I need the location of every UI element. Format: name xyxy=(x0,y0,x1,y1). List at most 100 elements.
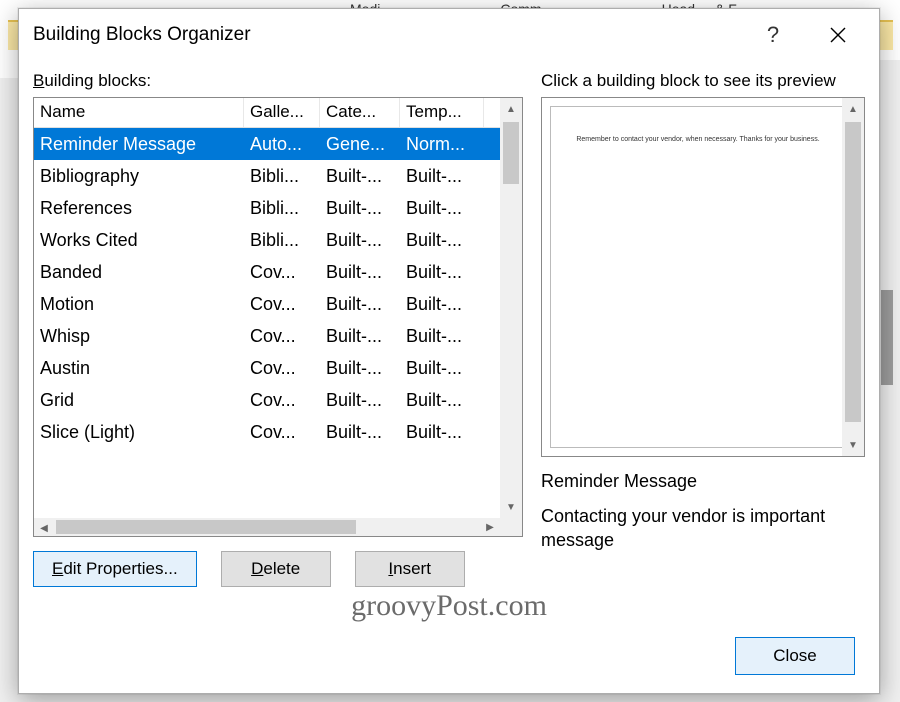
cell-gallery: Cov... xyxy=(244,324,320,349)
list-item[interactable]: BandedCov...Built-...Built-... xyxy=(34,256,522,288)
cell-category: Gene... xyxy=(320,132,400,157)
cell-template: Built-... xyxy=(400,388,484,413)
preview-container: Remember to contact your vendor, when ne… xyxy=(541,97,865,457)
scroll-down-icon[interactable]: ▼ xyxy=(842,434,864,456)
btn-label: elete xyxy=(263,559,300,579)
list-item[interactable]: Slice (Light)Cov...Built-...Built-... xyxy=(34,416,522,448)
cell-template: Built-... xyxy=(400,420,484,445)
scroll-down-icon[interactable]: ▼ xyxy=(500,496,522,518)
cell-gallery: Cov... xyxy=(244,292,320,317)
background-scrollbar-thumb xyxy=(881,290,893,385)
cell-gallery: Cov... xyxy=(244,260,320,285)
cell-name: Slice (Light) xyxy=(34,420,244,445)
list-item[interactable]: ReferencesBibli...Built-...Built-... xyxy=(34,192,522,224)
cell-gallery: Bibli... xyxy=(244,196,320,221)
cell-template: Built-... xyxy=(400,260,484,285)
column-header-name[interactable]: Name xyxy=(34,98,244,127)
cell-template: Built-... xyxy=(400,196,484,221)
cell-template: Built-... xyxy=(400,356,484,381)
background-scrollbar xyxy=(878,60,900,702)
list-item[interactable]: WhispCov...Built-...Built-... xyxy=(34,320,522,352)
cell-name: Whisp xyxy=(34,324,244,349)
cell-template: Built-... xyxy=(400,228,484,253)
close-button[interactable]: Close xyxy=(735,637,855,675)
edit-properties-button[interactable]: Edit Properties... xyxy=(33,551,197,587)
btn-accelerator: D xyxy=(251,559,263,579)
cell-gallery: Bibli... xyxy=(244,164,320,189)
cell-category: Built-... xyxy=(320,228,400,253)
list-item[interactable]: Reminder MessageAuto...Gene...Norm... xyxy=(34,128,522,160)
column-header-category[interactable]: Cate... xyxy=(320,98,400,127)
cell-template: Built-... xyxy=(400,292,484,317)
building-blocks-list-pane: Building blocks: Name Galle... Cate... T… xyxy=(33,71,523,589)
cell-gallery: Auto... xyxy=(244,132,320,157)
list-item[interactable]: BibliographyBibli...Built-...Built-... xyxy=(34,160,522,192)
preview-page: Remember to contact your vendor, when ne… xyxy=(550,106,846,448)
dialog-titlebar: Building Blocks Organizer ? xyxy=(19,9,879,61)
btn-accelerator: E xyxy=(52,559,63,579)
scroll-right-icon[interactable]: ▶ xyxy=(480,518,500,536)
preview-page-text: Remember to contact your vendor, when ne… xyxy=(567,135,829,145)
btn-label: dit Properties... xyxy=(63,559,177,579)
cell-category: Built-... xyxy=(320,324,400,349)
scroll-thumb[interactable] xyxy=(503,122,519,184)
cell-category: Built-... xyxy=(320,388,400,413)
dialog-title: Building Blocks Organizer xyxy=(33,24,743,46)
list-item[interactable]: GridCov...Built-...Built-... xyxy=(34,384,522,416)
list-column-headers[interactable]: Name Galle... Cate... Temp... xyxy=(34,98,522,128)
preview-pane: Click a building block to see its previe… xyxy=(541,71,865,589)
list-body: Reminder MessageAuto...Gene...Norm...Bib… xyxy=(34,128,522,536)
scroll-up-icon[interactable]: ▲ xyxy=(842,98,864,120)
cell-gallery: Bibli... xyxy=(244,228,320,253)
cell-name: References xyxy=(34,196,244,221)
close-icon xyxy=(830,27,846,43)
label-accelerator: B xyxy=(33,71,44,90)
cell-name: Banded xyxy=(34,260,244,285)
scroll-left-icon[interactable]: ◀ xyxy=(34,520,54,538)
help-button[interactable]: ? xyxy=(743,11,803,59)
cell-name: Reminder Message xyxy=(34,132,244,157)
cell-name: Austin xyxy=(34,356,244,381)
building-blocks-organizer-dialog: Building Blocks Organizer ? Building blo… xyxy=(18,8,880,694)
cell-category: Built-... xyxy=(320,420,400,445)
preview-item-description: Contacting your vendor is important mess… xyxy=(541,504,865,553)
preview-item-name: Reminder Message xyxy=(541,471,865,492)
list-horizontal-scrollbar[interactable]: ◀ ▶ xyxy=(34,518,500,536)
list-item[interactable]: MotionCov...Built-...Built-... xyxy=(34,288,522,320)
cell-template: Norm... xyxy=(400,132,484,157)
scroll-corner xyxy=(500,518,522,536)
column-header-template[interactable]: Temp... xyxy=(400,98,484,127)
cell-template: Built-... xyxy=(400,324,484,349)
help-icon: ? xyxy=(767,22,779,48)
scroll-thumb-horizontal[interactable] xyxy=(56,520,356,534)
cell-category: Built-... xyxy=(320,196,400,221)
cell-gallery: Cov... xyxy=(244,420,320,445)
cell-name: Motion xyxy=(34,292,244,317)
list-item[interactable]: Works CitedBibli...Built-...Built-... xyxy=(34,224,522,256)
cell-template: Built-... xyxy=(400,164,484,189)
watermark-text: groovyPost.com xyxy=(19,589,879,623)
cell-category: Built-... xyxy=(320,260,400,285)
close-window-button[interactable] xyxy=(803,11,873,59)
cell-name: Bibliography xyxy=(34,164,244,189)
cell-category: Built-... xyxy=(320,356,400,381)
list-vertical-scrollbar[interactable]: ▲ ▼ xyxy=(500,98,522,518)
delete-button[interactable]: Delete xyxy=(221,551,331,587)
cell-gallery: Cov... xyxy=(244,356,320,381)
preview-vertical-scrollbar[interactable]: ▲ ▼ xyxy=(842,98,864,456)
building-blocks-label: Building blocks: xyxy=(33,71,523,91)
label-rest: uilding blocks: xyxy=(44,71,151,90)
column-header-gallery[interactable]: Galle... xyxy=(244,98,320,127)
building-blocks-list[interactable]: Name Galle... Cate... Temp... Reminder M… xyxy=(33,97,523,537)
cell-name: Works Cited xyxy=(34,228,244,253)
preview-label: Click a building block to see its previe… xyxy=(541,71,865,91)
list-item[interactable]: AustinCov...Built-...Built-... xyxy=(34,352,522,384)
insert-button[interactable]: Insert xyxy=(355,551,465,587)
scroll-thumb[interactable] xyxy=(845,122,861,422)
cell-name: Grid xyxy=(34,388,244,413)
cell-category: Built-... xyxy=(320,164,400,189)
cell-category: Built-... xyxy=(320,292,400,317)
cell-gallery: Cov... xyxy=(244,388,320,413)
btn-label: nsert xyxy=(393,559,431,579)
scroll-up-icon[interactable]: ▲ xyxy=(500,98,522,120)
